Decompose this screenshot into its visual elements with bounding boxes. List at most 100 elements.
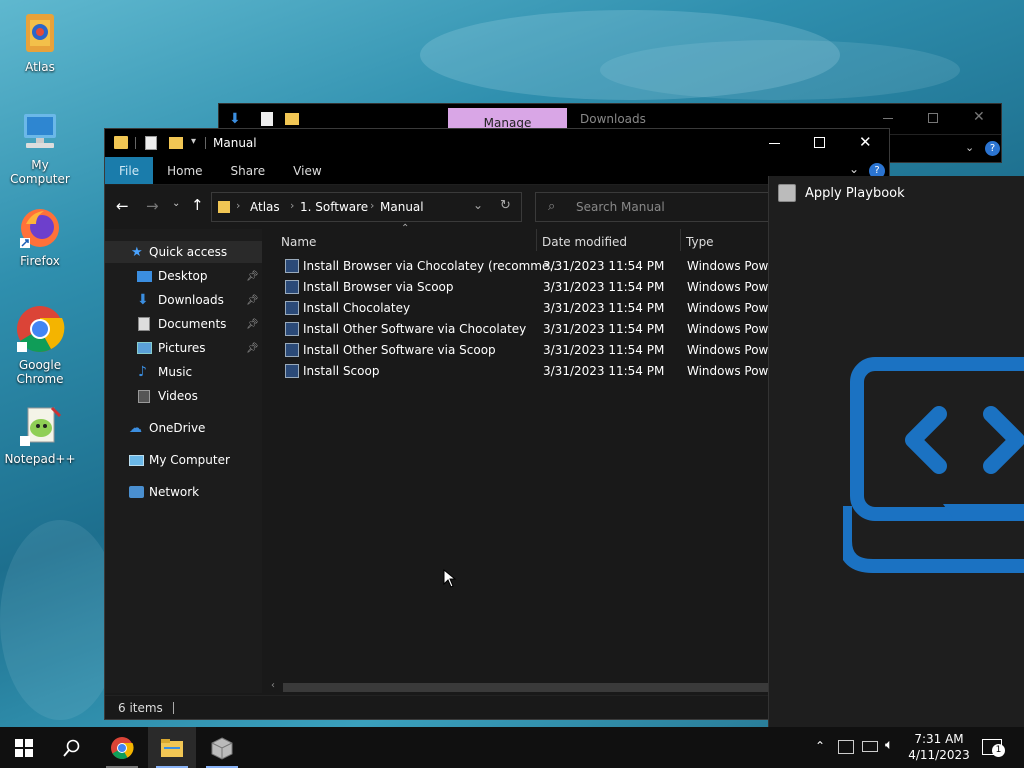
column-divider	[680, 229, 681, 251]
file-type: Windows Powe	[687, 364, 776, 378]
nav-label: Quick access	[149, 245, 228, 259]
nav-documents[interactable]: Documents 📌︎	[105, 313, 262, 335]
nav-label: Network	[149, 485, 200, 499]
chevron-down-icon[interactable]: ⌄	[965, 141, 974, 154]
taskbar-file-explorer[interactable]	[148, 727, 196, 768]
forward-arrow-icon[interactable]: →	[146, 197, 159, 215]
address-dropdown-icon[interactable]: ⌄	[473, 198, 483, 212]
pin-icon[interactable]: 📌︎	[246, 319, 259, 330]
quick-access-dropdown-icon[interactable]: ▾	[191, 136, 196, 147]
show-hidden-icons[interactable]: ⌃	[815, 739, 825, 753]
volume-icon[interactable]: 🔈︎	[885, 737, 893, 753]
network-status-icon[interactable]	[862, 741, 878, 752]
box-icon	[211, 736, 233, 760]
desktop-icon-notepadpp[interactable]: Notepad++	[0, 404, 80, 466]
code-laptop-icon	[843, 357, 1024, 573]
refresh-icon[interactable]: ↻	[500, 198, 511, 213]
folder-icon	[218, 201, 230, 213]
breadcrumb-sep: ›	[236, 199, 241, 212]
notification-badge: 1	[992, 744, 1005, 757]
breadcrumb-software[interactable]: 1. Software	[300, 200, 368, 214]
window-title: Manual	[213, 136, 257, 150]
up-arrow-icon[interactable]: ↑	[191, 196, 204, 214]
file-date: 3/31/2023 11:54 PM	[543, 301, 665, 315]
column-header-name[interactable]: Name	[281, 229, 536, 255]
search-input[interactable]: Search Manual	[576, 200, 665, 214]
breadcrumb-manual[interactable]: Manual	[380, 200, 424, 214]
desktop-icon-label: My Computer	[10, 158, 70, 186]
back-arrow-icon[interactable]: ←	[116, 197, 129, 215]
tab-home[interactable]: Home	[153, 157, 216, 184]
nav-label: Downloads	[158, 293, 224, 307]
videos-icon	[138, 389, 150, 403]
file-name: Install Browser via Chocolatey (recomme.…	[303, 259, 561, 273]
new-folder-icon[interactable]	[169, 137, 183, 149]
address-bar-box[interactable]: › Atlas › 1. Software › Manual ⌄ ↻	[211, 192, 522, 222]
pin-icon[interactable]: 📌︎	[246, 343, 259, 354]
pin-icon[interactable]: 📌︎	[246, 271, 259, 282]
desktop-icon-my-computer[interactable]: My Computer	[0, 110, 80, 186]
nav-desktop[interactable]: Desktop 📌︎	[105, 265, 262, 287]
breadcrumb-sep: ›	[290, 199, 295, 212]
desktop-icon-label: Notepad++	[4, 452, 76, 466]
pictures-folder-icon	[137, 342, 152, 354]
file-type: Windows Powe	[687, 259, 776, 273]
apply-playbook-window[interactable]: Apply Playbook	[768, 176, 1024, 727]
download-arrow-icon: ⬇	[229, 111, 241, 127]
nav-videos[interactable]: Videos	[105, 385, 262, 407]
nav-downloads[interactable]: ⬇ Downloads 📌︎	[105, 289, 262, 311]
file-type: Windows Powe	[687, 322, 776, 336]
file-date: 3/31/2023 11:54 PM	[543, 343, 665, 357]
desktop-icon-firefox[interactable]: Firefox	[0, 206, 80, 268]
maximize-icon[interactable]	[928, 113, 938, 123]
folder-icon	[161, 738, 183, 757]
maximize-button[interactable]	[814, 137, 825, 148]
file-type: Windows Powe	[687, 301, 776, 315]
desktop-folder-icon	[137, 270, 152, 282]
nav-music[interactable]: ♪ Music	[105, 361, 262, 383]
minimize-button[interactable]	[769, 143, 780, 144]
scroll-left-icon[interactable]: ‹	[271, 680, 275, 691]
clock[interactable]: 7:31 AM 4/11/2023	[908, 731, 970, 763]
playbook-title: Apply Playbook	[805, 186, 905, 201]
action-center-button[interactable]: 1	[982, 739, 1005, 757]
minimize-icon[interactable]	[883, 118, 893, 119]
taskbar-chrome[interactable]	[98, 727, 146, 768]
nav-label: Music	[158, 365, 193, 379]
start-button[interactable]	[0, 727, 48, 768]
close-icon[interactable]: ✕	[973, 109, 985, 125]
breadcrumb-atlas[interactable]: Atlas	[250, 200, 280, 214]
desktop-icon-chrome[interactable]: Google Chrome	[0, 304, 80, 386]
nav-label: My Computer	[149, 453, 230, 467]
nav-pictures[interactable]: Pictures 📌︎	[105, 337, 262, 359]
nav-quick-access[interactable]: ★ Quick access	[105, 241, 262, 263]
taskbar-playbook-app[interactable]	[198, 727, 246, 768]
atlas-icon	[18, 12, 62, 56]
recent-locations-icon[interactable]: ⌄	[172, 198, 180, 209]
tab-view[interactable]: View	[279, 157, 335, 184]
tab-file[interactable]: File	[105, 157, 154, 184]
nav-network[interactable]: Network	[105, 481, 262, 503]
search-icon: ⌕	[548, 199, 556, 214]
desktop-icon-atlas[interactable]: Atlas	[0, 12, 80, 74]
properties-icon[interactable]	[145, 136, 157, 150]
search-button[interactable]	[48, 727, 96, 768]
search-box[interactable]: ⌕ Search Manual	[535, 192, 775, 222]
powershell-file-icon	[285, 322, 299, 336]
pin-icon[interactable]: 📌︎	[246, 295, 259, 306]
security-icon[interactable]	[838, 740, 854, 754]
tab-share[interactable]: Share	[217, 157, 280, 184]
chevron-down-icon[interactable]: ⌄	[849, 162, 859, 176]
nav-onedrive[interactable]: ☁ OneDrive	[105, 417, 262, 439]
close-button[interactable]: ✕	[859, 133, 872, 151]
windows-logo-icon	[15, 738, 33, 757]
nav-my-computer[interactable]: My Computer	[105, 449, 262, 471]
file-name: Install Chocolatey	[303, 301, 411, 315]
powershell-file-icon	[285, 259, 299, 273]
downloads-title: Downloads	[580, 112, 646, 126]
column-header-date[interactable]: Date modified	[542, 229, 682, 255]
file-date: 3/31/2023 11:54 PM	[543, 259, 665, 273]
title-bar[interactable]: ▾ Manual ✕	[105, 129, 889, 157]
help-icon[interactable]: ?	[985, 141, 1000, 156]
powershell-file-icon	[285, 364, 299, 378]
